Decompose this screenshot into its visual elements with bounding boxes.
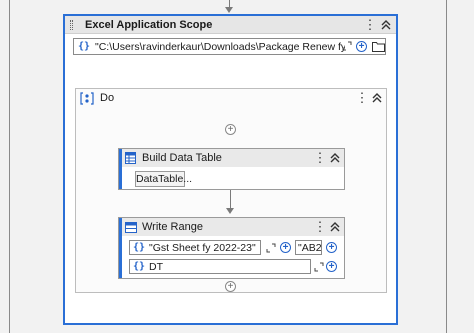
build-data-table-title: Build Data Table <box>142 152 222 164</box>
expand-arrows-icon <box>342 41 352 51</box>
do-title: Do <box>100 92 115 104</box>
workbook-path-field[interactable]: {} "C:\Users\ravinderkaur\Downloads\Pack… <box>73 38 386 55</box>
data-table-icon <box>125 152 136 164</box>
browse-folder-button[interactable] <box>371 40 385 53</box>
expand-editor-button[interactable] <box>341 40 353 52</box>
workbook-path-value[interactable]: "C:\Users\ravinderkaur\Downloads\Package… <box>95 41 345 53</box>
data-table-button[interactable]: DataTable... <box>135 171 192 187</box>
do-menu-button[interactable]: ⋮ <box>356 90 369 105</box>
sheet-name-field[interactable]: {} "Gst Sheet fy 2022-23" <box>129 240 261 255</box>
collapse-chevrons-icon <box>372 92 382 102</box>
add-activity-button[interactable]: + <box>225 124 236 135</box>
expression-brace-icon: {} <box>133 242 146 253</box>
datatable-value[interactable]: DT <box>149 261 163 273</box>
do-collapse-button[interactable] <box>370 90 384 105</box>
collapse-chevrons-icon <box>330 152 340 162</box>
build-data-table-header: Build Data Table ⋮ <box>122 149 344 167</box>
sequence-icon <box>80 92 94 105</box>
starting-cell-field[interactable]: "AB2" <box>295 240 322 255</box>
collapse-chevrons-icon <box>330 221 340 231</box>
write-range-activity[interactable]: Write Range ⋮ {} "Gst Sheet fy 2022-23" <box>118 217 345 279</box>
canvas-border-left <box>9 0 10 333</box>
add-activity-button[interactable]: + <box>225 281 236 292</box>
do-header: Do ⋮ <box>76 89 386 107</box>
expand-arrows-icon <box>266 243 275 252</box>
write-range-title: Write Range <box>142 221 203 233</box>
datatable-expand-button[interactable] <box>313 261 324 272</box>
activity-connector-arrow-icon <box>226 208 234 214</box>
sheet-plus-button[interactable]: + <box>280 242 291 253</box>
build-data-table-activity[interactable]: Build Data Table ⋮ DataTable... <box>118 148 345 190</box>
starting-cell-value[interactable]: "AB2" <box>298 242 321 254</box>
build-data-table-collapse-button[interactable] <box>328 150 342 165</box>
sheet-expand-button[interactable] <box>265 242 276 253</box>
datatable-plus-button[interactable]: + <box>326 261 337 272</box>
folder-icon <box>371 42 385 52</box>
collapse-chevrons-icon <box>381 19 391 29</box>
build-data-table-menu-button[interactable]: ⋮ <box>314 150 327 165</box>
connector-arrow-icon <box>225 7 233 13</box>
scope-title: Excel Application Scope <box>85 19 213 31</box>
scope-header: Excel Application Scope ⋮ <box>65 16 396 34</box>
path-plus-button[interactable]: + <box>356 41 367 52</box>
activity-connector-line <box>230 190 231 209</box>
drag-handle-icon[interactable] <box>70 20 73 30</box>
excel-application-scope[interactable]: Excel Application Scope ⋮ {} "C:\Users\r… <box>63 14 398 325</box>
datatable-field[interactable]: {} DT <box>129 259 311 274</box>
scope-collapse-button[interactable] <box>379 17 393 32</box>
range-plus-button[interactable]: + <box>326 242 337 253</box>
write-range-header: Write Range ⋮ <box>122 218 344 236</box>
write-range-icon <box>125 221 137 233</box>
expression-brace-icon: {} <box>78 41 91 52</box>
canvas-border-right <box>446 0 447 333</box>
do-sequence[interactable]: Do ⋮ + Build Data Table ⋮ DataTable... W… <box>75 88 387 293</box>
scope-menu-button[interactable]: ⋮ <box>364 17 377 32</box>
sheet-name-value[interactable]: "Gst Sheet fy 2022-23" <box>149 242 256 254</box>
write-range-collapse-button[interactable] <box>328 219 342 234</box>
write-range-menu-button[interactable]: ⋮ <box>314 219 327 234</box>
expand-arrows-icon <box>314 262 323 271</box>
expression-brace-icon: {} <box>133 261 146 272</box>
